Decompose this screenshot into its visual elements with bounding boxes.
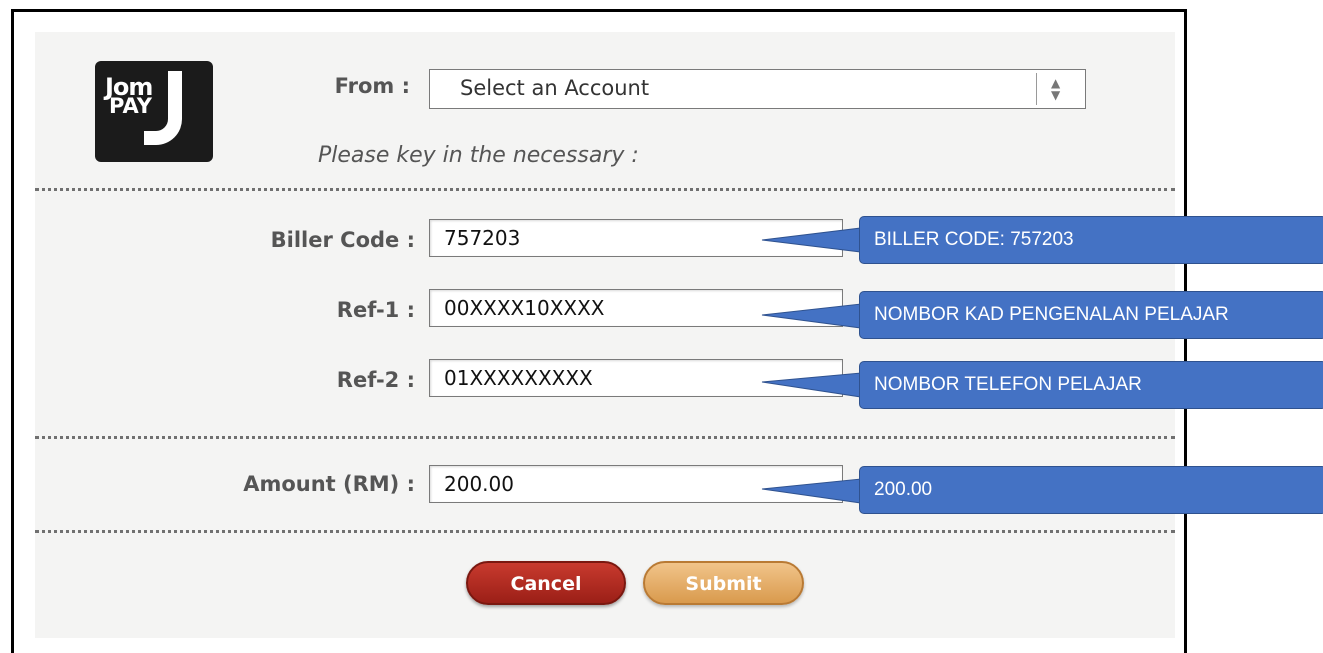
callout-pointer-ref2: [761, 372, 862, 398]
callout-pointer-amount: [761, 478, 862, 504]
callout-amount: 200.00: [859, 466, 1323, 514]
submit-button[interactable]: Submit: [643, 561, 804, 605]
callout-ref1: NOMBOR KAD PENGENALAN PELAJAR: [859, 291, 1323, 339]
callout-pointer-ref1: [761, 303, 862, 329]
callout-biller-code: BILLER CODE: 757203: [859, 216, 1323, 264]
callout-ref2: NOMBOR TELEFON PELAJAR: [859, 361, 1323, 409]
callout-pointer-biller: [761, 227, 862, 253]
cancel-button[interactable]: Cancel: [466, 561, 626, 605]
